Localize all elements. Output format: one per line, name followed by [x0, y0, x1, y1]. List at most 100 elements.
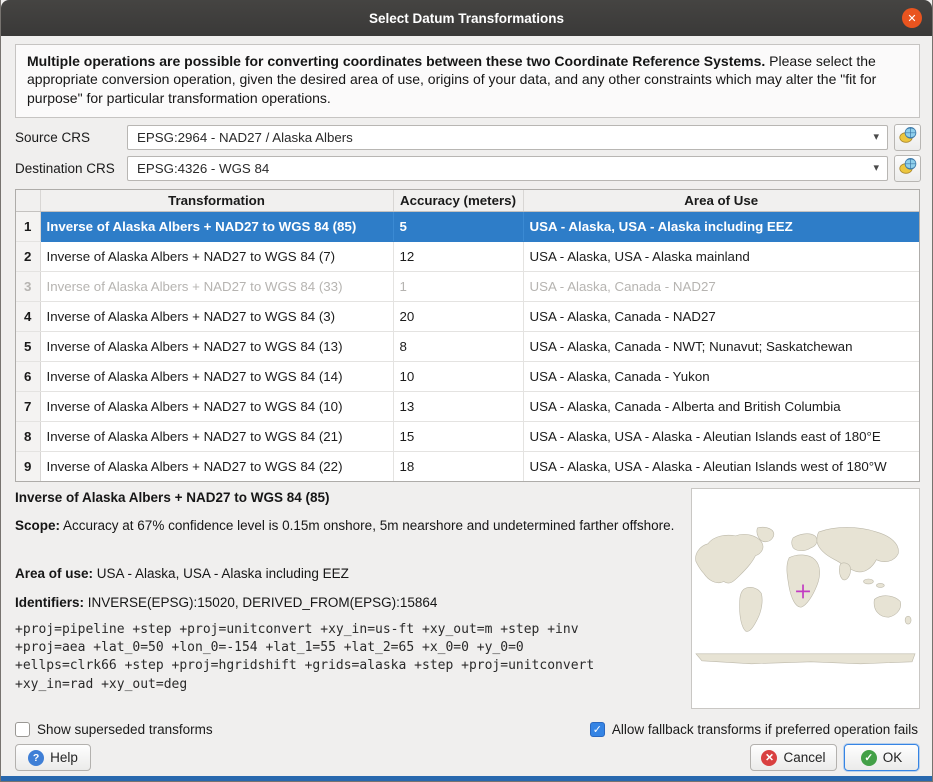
- table-row[interactable]: 7 Inverse of Alaska Albers + NAD27 to WG…: [16, 391, 919, 421]
- row-number: 9: [16, 451, 40, 481]
- help-button-label: Help: [50, 750, 78, 765]
- cell-transformation: Inverse of Alaska Albers + NAD27 to WGS …: [40, 331, 393, 361]
- allow-fallback-checkbox[interactable]: ✓: [590, 722, 605, 737]
- ok-icon: ✓: [861, 750, 877, 766]
- identifiers-text: INVERSE(EPSG):15020, DERIVED_FROM(EPSG):…: [84, 595, 437, 610]
- destination-crs-row: Destination CRS EPSG:4326 - WGS 84 ▾: [1, 156, 932, 182]
- cell-accuracy: 1: [393, 271, 523, 301]
- scope-label: Scope:: [15, 518, 60, 533]
- table-row[interactable]: 6 Inverse of Alaska Albers + NAD27 to WG…: [16, 361, 919, 391]
- cell-area: USA - Alaska, USA - Alaska - Aleutian Is…: [523, 421, 919, 451]
- row-number: 4: [16, 301, 40, 331]
- area-of-use-map: [691, 488, 920, 709]
- cell-area: USA - Alaska, Canada - Yukon: [523, 361, 919, 391]
- destination-crs-picker-button[interactable]: [894, 155, 921, 182]
- cell-accuracy: 13: [393, 391, 523, 421]
- scope-text: Accuracy at 67% confidence level is 0.15…: [60, 518, 674, 533]
- row-number: 1: [16, 211, 40, 241]
- cell-area: USA - Alaska, USA - Alaska including EEZ: [523, 211, 919, 241]
- cancel-button[interactable]: ✕ Cancel: [750, 744, 837, 771]
- source-crs-picker-button[interactable]: [894, 124, 921, 151]
- header-transformation[interactable]: Transformation: [40, 190, 393, 211]
- row-number: 3: [16, 271, 40, 301]
- cancel-icon: ✕: [761, 750, 777, 766]
- table-row[interactable]: 8 Inverse of Alaska Albers + NAD27 to WG…: [16, 421, 919, 451]
- cell-transformation: Inverse of Alaska Albers + NAD27 to WGS …: [40, 211, 393, 241]
- source-crs-combo[interactable]: EPSG:2964 - NAD27 / Alaska Albers ▾: [127, 125, 888, 150]
- chevron-down-icon: ▾: [873, 157, 879, 180]
- details-identifiers: Identifiers: INVERSE(EPSG):15020, DERIVE…: [15, 594, 683, 612]
- allow-fallback-checkbox-row[interactable]: ✓ Allow fallback transforms if preferred…: [590, 720, 918, 738]
- destination-crs-combo[interactable]: EPSG:4326 - WGS 84 ▾: [127, 156, 888, 181]
- chevron-down-icon: ▾: [873, 126, 879, 149]
- destination-crs-label: Destination CRS: [15, 156, 115, 182]
- cell-area: USA - Alaska, USA - Alaska - Aleutian Is…: [523, 451, 919, 481]
- cell-accuracy: 10: [393, 361, 523, 391]
- titlebar[interactable]: Select Datum Transformations ✕: [1, 0, 932, 36]
- cell-area: USA - Alaska, Canada - NAD27: [523, 301, 919, 331]
- source-crs-label: Source CRS: [15, 125, 90, 151]
- cell-accuracy: 15: [393, 421, 523, 451]
- area-of-use-text: USA - Alaska, USA - Alaska including EEZ: [93, 566, 349, 581]
- cell-area: USA - Alaska, USA - Alaska mainland: [523, 241, 919, 271]
- table-row[interactable]: 1 Inverse of Alaska Albers + NAD27 to WG…: [16, 211, 919, 241]
- cell-accuracy: 20: [393, 301, 523, 331]
- cell-accuracy: 5: [393, 211, 523, 241]
- details-title: Inverse of Alaska Albers + NAD27 to WGS …: [15, 489, 683, 507]
- identifiers-label: Identifiers:: [15, 595, 84, 610]
- help-button[interactable]: ? Help: [15, 744, 91, 771]
- description-box: Multiple operations are possible for con…: [15, 44, 920, 118]
- source-crs-value: EPSG:2964 - NAD27 / Alaska Albers: [137, 126, 353, 149]
- cancel-button-label: Cancel: [783, 750, 825, 765]
- header-area-of-use[interactable]: Area of Use: [523, 190, 919, 211]
- close-button[interactable]: ✕: [902, 8, 922, 28]
- proj-pipeline-string: +proj=pipeline +step +proj=unitconvert +…: [15, 621, 683, 694]
- source-crs-row: Source CRS EPSG:2964 - NAD27 / Alaska Al…: [1, 125, 932, 151]
- table-row[interactable]: 4 Inverse of Alaska Albers + NAD27 to WG…: [16, 301, 919, 331]
- row-number: 2: [16, 241, 40, 271]
- show-superseded-checkbox-row[interactable]: ✓ Show superseded transforms: [15, 720, 213, 738]
- cell-accuracy: 8: [393, 331, 523, 361]
- help-icon: ?: [28, 750, 44, 766]
- cell-area: USA - Alaska, Canada - NAD27: [523, 271, 919, 301]
- row-number: 7: [16, 391, 40, 421]
- close-icon: ✕: [907, 12, 916, 25]
- crs-projection-icon: [899, 157, 917, 180]
- cell-transformation: Inverse of Alaska Albers + NAD27 to WGS …: [40, 451, 393, 481]
- destination-crs-value: EPSG:4326 - WGS 84: [137, 157, 269, 180]
- table-header-row: Transformation Accuracy (meters) Area of…: [16, 190, 919, 211]
- select-datum-transformations-dialog: Select Datum Transformations ✕ Multiple …: [0, 0, 933, 782]
- cell-transformation: Inverse of Alaska Albers + NAD27 to WGS …: [40, 361, 393, 391]
- cell-accuracy: 18: [393, 451, 523, 481]
- ok-button[interactable]: ✓ OK: [844, 744, 919, 771]
- row-number: 6: [16, 361, 40, 391]
- details-area-of-use: Area of use: USA - Alaska, USA - Alaska …: [15, 565, 683, 583]
- table-row[interactable]: 3 Inverse of Alaska Albers + NAD27 to WG…: [16, 271, 919, 301]
- table-row[interactable]: 9 Inverse of Alaska Albers + NAD27 to WG…: [16, 451, 919, 481]
- cell-area: USA - Alaska, Canada - Alberta and Briti…: [523, 391, 919, 421]
- cell-transformation: Inverse of Alaska Albers + NAD27 to WGS …: [40, 241, 393, 271]
- show-superseded-checkbox[interactable]: ✓: [15, 722, 30, 737]
- show-superseded-label: Show superseded transforms: [37, 722, 213, 737]
- details-scope: Scope: Accuracy at 67% confidence level …: [15, 517, 683, 535]
- transform-table-body: 1 Inverse of Alaska Albers + NAD27 to WG…: [16, 211, 919, 481]
- row-number: 8: [16, 421, 40, 451]
- cell-transformation: Inverse of Alaska Albers + NAD27 to WGS …: [40, 391, 393, 421]
- header-accuracy[interactable]: Accuracy (meters): [393, 190, 523, 211]
- cell-transformation: Inverse of Alaska Albers + NAD27 to WGS …: [40, 301, 393, 331]
- description-bold: Multiple operations are possible for con…: [27, 53, 765, 69]
- table-row[interactable]: 5 Inverse of Alaska Albers + NAD27 to WG…: [16, 331, 919, 361]
- transformations-table: Transformation Accuracy (meters) Area of…: [15, 189, 920, 482]
- world-map: [692, 524, 919, 673]
- area-of-use-label: Area of use:: [15, 566, 93, 581]
- dialog-title: Select Datum Transformations: [369, 11, 564, 26]
- check-icon: ✓: [18, 723, 27, 736]
- ok-button-label: OK: [883, 750, 903, 765]
- cell-area: USA - Alaska, Canada - NWT; Nunavut; Sas…: [523, 331, 919, 361]
- cell-accuracy: 12: [393, 241, 523, 271]
- crs-projection-icon: [899, 126, 917, 149]
- table-row[interactable]: 2 Inverse of Alaska Albers + NAD27 to WG…: [16, 241, 919, 271]
- check-icon: ✓: [593, 723, 602, 736]
- cell-transformation: Inverse of Alaska Albers + NAD27 to WGS …: [40, 421, 393, 451]
- window-bottom-accent: [1, 776, 932, 781]
